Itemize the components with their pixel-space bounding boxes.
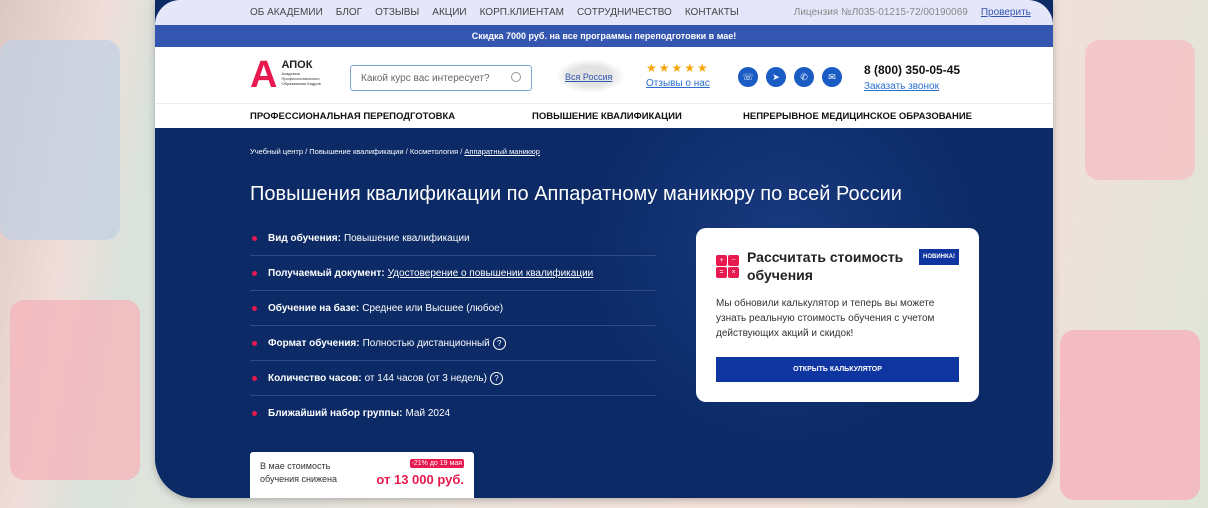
document-link[interactable]: Удостоверение о повышении квалификации: [388, 268, 594, 279]
fact-item: Количество часов: от 144 часов (от 3 неде…: [250, 361, 656, 396]
search-icon[interactable]: [511, 72, 521, 82]
russia-map-icon: Вся Россия: [555, 59, 625, 93]
email-icon[interactable]: ✉: [822, 67, 842, 87]
logo-title: АПОК: [281, 59, 313, 71]
open-calculator-button[interactable]: ОТКРЫТЬ КАЛЬКУЛЯТОР: [716, 357, 959, 382]
promo-banner[interactable]: Скидка 7000 руб. на все программы перепо…: [155, 25, 1053, 47]
browser-page: ОБ АКАДЕМИИ БЛОГ ОТЗЫВЫ АКЦИИ КОРП.КЛИЕН…: [155, 0, 1053, 498]
main-menu: ПРОФЕССИОНАЛЬНАЯ ПЕРЕПОДГОТОВКА ПОВЫШЕНИ…: [155, 103, 1053, 128]
fact-label: Количество часов:: [268, 372, 362, 384]
price-text: В мае стоимость обучения снижена: [260, 461, 338, 484]
verify-license-link[interactable]: Проверить: [981, 7, 1031, 18]
fact-label: Формат обучения:: [268, 337, 360, 349]
fact-item: Обучение на базе: Среднее или Высшее (люб…: [250, 291, 656, 326]
crumb-cosmetology[interactable]: Косметология: [410, 147, 458, 156]
top-nav: ОБ АКАДЕМИИ БЛОГ ОТЗЫВЫ АКЦИИ КОРП.КЛИЕН…: [155, 0, 1053, 25]
search-input[interactable]: Какой курс вас интересует?: [350, 65, 532, 91]
fact-label: Получаемый документ:: [268, 267, 385, 279]
fact-value: Среднее или Высшее (любое): [362, 302, 504, 314]
price-value: от 13 000 руб.: [376, 472, 464, 487]
calculator-icon: + − = ×: [716, 255, 739, 278]
fact-label: Вид обучения:: [268, 232, 341, 244]
fact-value: Полностью дистанционный: [362, 337, 490, 349]
discount-badge: -21% до 19 мая: [409, 459, 464, 468]
telegram-icon[interactable]: ➤: [766, 67, 786, 87]
fact-item: Вид обучения: Повышение квалификации: [250, 221, 656, 256]
menu-medical[interactable]: НЕПРЕРЫВНОЕ МЕДИЦИНСКОЕ ОБРАЗОВАНИЕ: [743, 111, 972, 122]
region-link[interactable]: Вся Россия: [565, 72, 612, 82]
fact-item: Получаемый документ: Удостоверение о повы…: [250, 256, 656, 291]
calculator-text: Мы обновили калькулятор и теперь вы може…: [716, 298, 935, 339]
new-badge: НОВИНКА!: [919, 249, 959, 265]
hero-section: Учебный центр / Повышение квалификации /…: [155, 128, 1053, 498]
logo-subtitle: Академия Профессионального Образования К…: [281, 71, 321, 86]
crumb-qualification[interactable]: Повышение квалификации: [309, 147, 403, 156]
course-facts: Вид обучения: Повышение квалификации Полу…: [250, 221, 656, 431]
fact-item: Ближайший набор группы: Май 2024: [250, 396, 656, 431]
topnav-about[interactable]: ОБ АКАДЕМИИ: [250, 7, 323, 18]
logo-letter: А: [250, 54, 278, 96]
reviews-link[interactable]: Отзывы о нас: [646, 78, 710, 89]
fact-label: Ближайший набор группы:: [268, 408, 403, 419]
search-placeholder: Какой курс вас интересует?: [361, 73, 490, 84]
phone-number[interactable]: 8 (800) 350-05-45: [864, 63, 960, 77]
license-text: Лицензия №Л035-01215-72/00190069: [793, 7, 968, 18]
crumb-current[interactable]: Аппаратный маникюр: [464, 147, 539, 156]
topnav-reviews[interactable]: ОТЗЫВЫ: [375, 7, 419, 18]
topnav-blog[interactable]: БЛОГ: [336, 7, 362, 18]
page-title: Повышения квалификации по Аппаратному ма…: [250, 183, 902, 205]
logo[interactable]: А АПОК Академия Профессионального Образов…: [250, 54, 325, 96]
breadcrumb: Учебный центр / Повышение квалификации /…: [250, 147, 540, 156]
crumb-home[interactable]: Учебный центр: [250, 147, 303, 156]
viber-icon[interactable]: ☏: [738, 67, 758, 87]
calculator-title: Рассчитать стоимость обучения: [747, 249, 904, 283]
fact-label: Обучение на базе:: [268, 302, 360, 314]
topnav-corporate[interactable]: КОРП.КЛИЕНТАМ: [480, 7, 564, 18]
fact-value: Май 2024: [405, 408, 451, 419]
price-card: В мае стоимость обучения снижена -21% до…: [250, 452, 474, 498]
calculator-card: + − = × Рассчитать стоимость обучения НОВИН…: [696, 228, 979, 402]
fact-item: Формат обучения: Полностью дистанционный?: [250, 326, 656, 361]
menu-retraining[interactable]: ПРОФЕССИОНАЛЬНАЯ ПЕРЕПОДГОТОВКА: [250, 111, 455, 122]
site-header: А АПОК Академия Профессионального Образов…: [155, 47, 1053, 103]
help-icon[interactable]: ?: [492, 336, 506, 350]
menu-qualification[interactable]: ПОВЫШЕНИЕ КВАЛИФИКАЦИИ: [532, 111, 682, 122]
fact-value: от 144 часов (от 3 недель): [364, 372, 487, 384]
topnav-contacts[interactable]: КОНТАКТЫ: [685, 7, 739, 18]
topnav-promos[interactable]: АКЦИИ: [432, 7, 466, 18]
callback-link[interactable]: Заказать звонок: [864, 81, 939, 92]
fact-value: Повышение квалификации: [343, 232, 470, 244]
whatsapp-icon[interactable]: ✆: [794, 67, 814, 87]
help-icon[interactable]: ?: [489, 371, 503, 385]
topnav-cooperation[interactable]: СОТРУДНИЧЕСТВО: [577, 7, 672, 18]
rating-stars: ★★★★★: [646, 61, 710, 75]
